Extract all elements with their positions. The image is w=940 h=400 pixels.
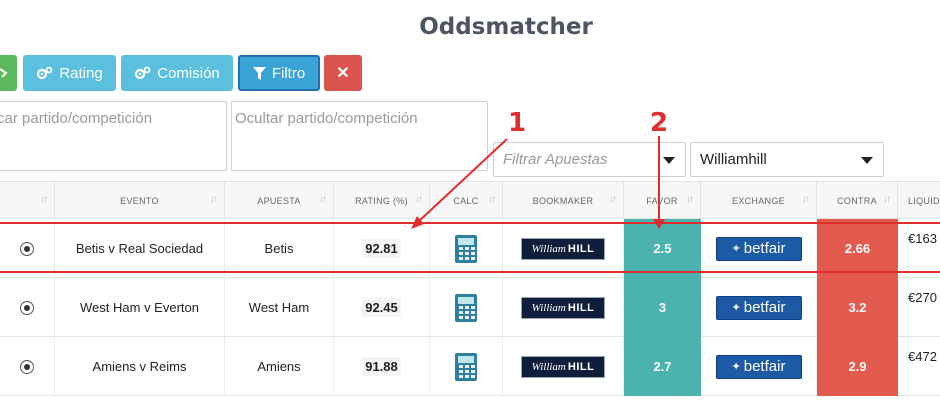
column-header-contra[interactable]: CONTRA ↓↑ [817,182,898,220]
calculator-icon[interactable] [455,234,477,263]
favor-odds-cell: 2.5 [624,219,701,278]
bookmaker-select-value: Williamhill [700,151,767,168]
contra-odds-cell: 3.2 [817,278,898,337]
liquidez-cell: €163 [908,231,937,246]
betfair-logo[interactable]: ✦ betfair [715,295,802,320]
contra-odds-cell: 2.9 [817,337,898,396]
sort-icon: ↓↑ [686,194,694,205]
column-header-exchange[interactable]: EXCHANGE ↓↑ [701,182,817,220]
comision-button[interactable]: Comisión [121,55,233,91]
favor-odds-cell: 2.7 [624,337,701,396]
sort-icon: ↓↑ [319,194,327,205]
betfair-star-icon: ✦ [731,243,741,255]
calculator-icon[interactable] [455,293,477,322]
table-row[interactable]: West Ham v Everton West Ham 92.45 Willia… [0,278,940,337]
column-header-bookmaker[interactable]: BOOKMAKER ↓↑ [503,182,624,220]
sort-icon: ↓↑ [802,194,810,205]
betfair-star-icon: ✦ [731,361,741,373]
cogs-icon [135,66,151,80]
annotation-label-1: 1 [508,108,527,138]
favor-odds-cell: 3 [624,278,701,337]
column-header-evento[interactable]: EVENTO ↓↑ [55,182,225,220]
column-header-calc[interactable]: CALC ↓↑ [430,182,503,220]
sort-icon: ↓↑ [40,194,48,205]
liquidez-cell: €472 [908,349,937,364]
rating-button-label: Rating [59,64,103,82]
sort-icon: ↓↑ [210,194,218,205]
refresh-button[interactable] [0,55,17,91]
filtrar-apuestas-select[interactable]: Filtrar Apuestas [493,142,686,177]
sort-icon: ↓↑ [883,194,891,205]
betfair-star-icon: ✦ [731,302,741,314]
apuesta-cell: Betis [225,219,334,278]
chevron-down-icon [861,157,873,164]
table-row[interactable]: Amiens v Reims Amiens 91.88 William HILL … [0,337,940,396]
rating-button[interactable]: Rating [23,55,116,91]
evento-cell: Amiens v Reims [55,337,225,396]
column-header-label: FAVOR [646,196,678,206]
soccer-ball-icon [20,300,34,315]
soccer-ball-icon [20,359,34,374]
column-header-label: CALC [453,196,479,206]
annotation-label-2: 2 [650,108,669,138]
williamhill-logo[interactable]: William HILL [521,296,605,319]
table-header: ↓↑ EVENTO ↓↑ APUESTA ↓↑ RATING (%) ↓↑ CALC ↓… [0,181,940,220]
column-header-label: LIQUID [908,196,940,206]
column-header-label: APUESTA [257,196,301,206]
apuesta-cell: West Ham [225,278,334,337]
column-header-apuesta[interactable]: APUESTA ↓↑ [225,182,334,220]
rating-cell: 91.88 [362,357,401,376]
column-header-icon[interactable]: ↓↑ [0,182,55,220]
close-button[interactable]: ✕ [324,55,362,91]
column-header-label: EVENTO [120,196,159,206]
table-row[interactable]: Betis v Real Sociedad Betis 92.81 Willia… [0,219,940,278]
williamhill-logo[interactable]: William HILL [521,355,605,378]
evento-cell: West Ham v Everton [55,278,225,337]
column-header-label: CONTRA [837,196,877,206]
sort-icon: ↓↑ [609,194,617,205]
filter-icon [252,66,266,80]
ocultar-partido-input[interactable]: Ocultar partido/competición [231,101,488,171]
page-title: Oddsmatcher [419,14,593,40]
filtrar-apuestas-placeholder: Filtrar Apuestas [503,151,608,168]
rating-cell: 92.45 [362,298,401,317]
column-header-label: EXCHANGE [732,196,785,206]
chevron-down-icon [663,157,675,164]
sort-icon: ↓↑ [415,194,423,205]
close-icon: ✕ [336,65,350,82]
liquidez-cell: €270 [908,290,937,305]
williamhill-logo[interactable]: William HILL [521,237,605,260]
apuesta-cell: Amiens [225,337,334,396]
betfair-logo[interactable]: ✦ betfair [715,236,802,261]
comision-button-label: Comisión [157,64,220,82]
betfair-logo[interactable]: ✦ betfair [715,354,802,379]
filtro-button-label: Filtro [271,64,306,82]
buscar-partido-input[interactable]: car partido/competición [0,101,227,171]
cogs-icon [37,66,53,80]
sort-icon: ↓↑ [488,194,496,205]
column-header-liquidez[interactable]: LIQUID [898,182,940,220]
column-header-label: RATING (%) [355,196,408,206]
evento-cell: Betis v Real Sociedad [55,219,225,278]
calculator-icon[interactable] [455,352,477,381]
column-header-label: BOOKMAKER [532,196,594,206]
column-header-rating[interactable]: RATING (%) ↓↑ [334,182,430,220]
rating-cell: 92.81 [362,239,401,258]
column-header-favor[interactable]: FAVOR ↓↑ [624,182,701,220]
cogs-icon [0,68,8,78]
contra-odds-cell: 2.66 [817,219,898,278]
filtro-button[interactable]: Filtro [238,55,320,91]
bookmaker-select[interactable]: Williamhill [690,142,884,177]
soccer-ball-icon [20,241,34,256]
